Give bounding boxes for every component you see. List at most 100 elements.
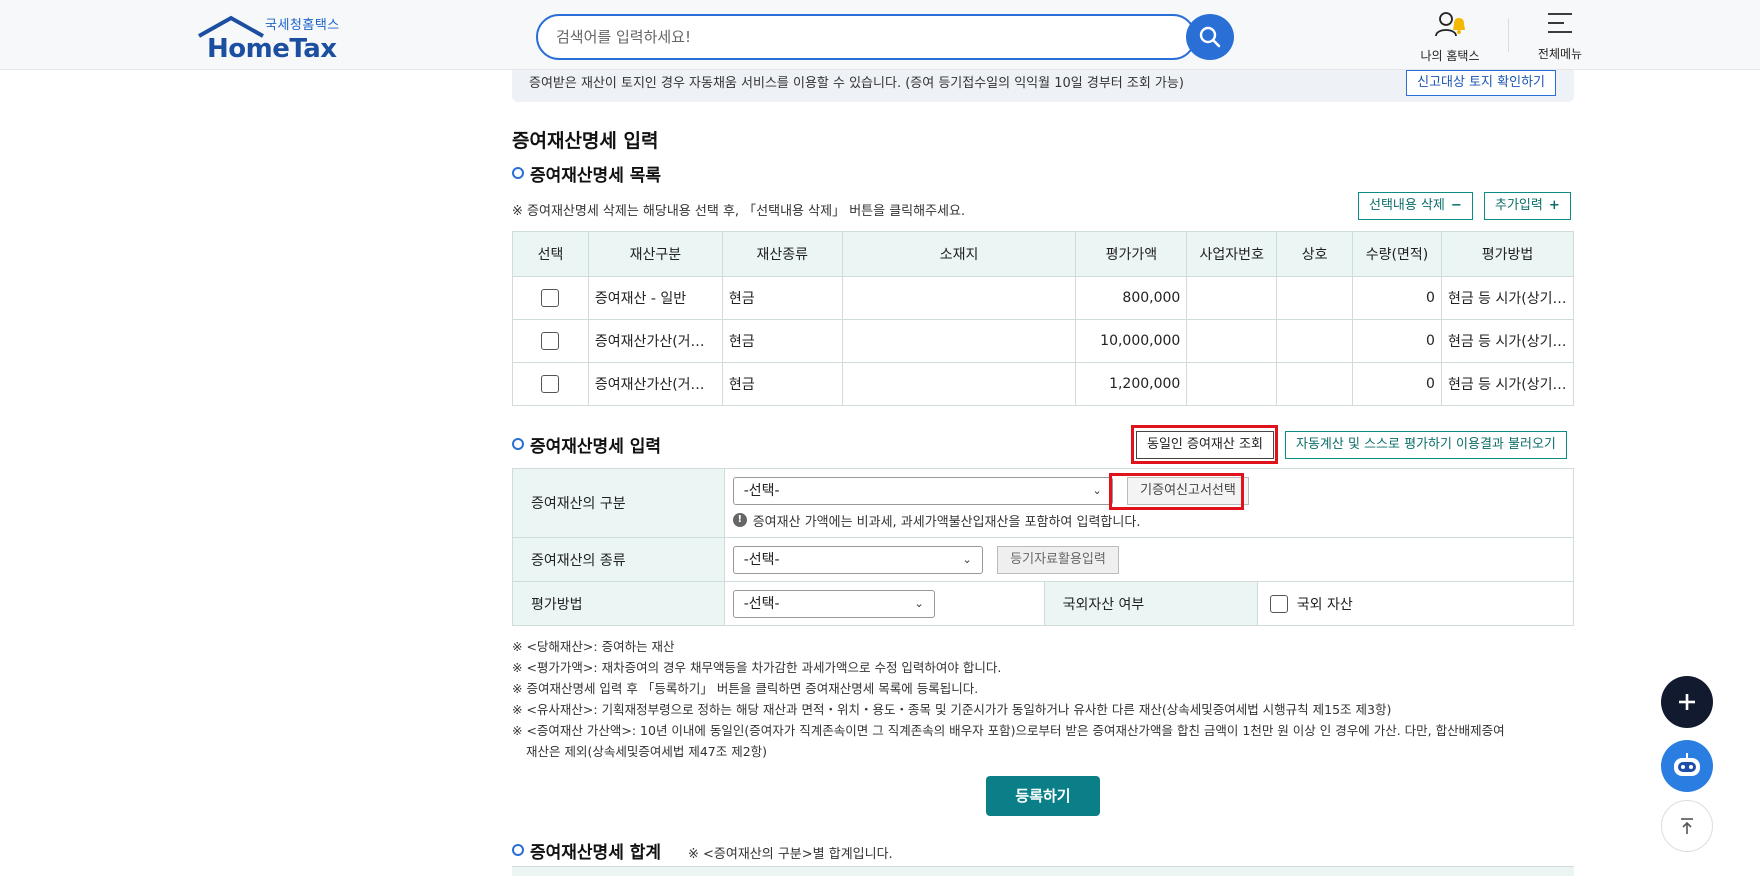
value-cell: 1,200,000 (1075, 362, 1188, 406)
asset-list-table: 선택 재산구분 재산종류 소재지 평가가액 사업자번호 상호 수량(면적) 평가… (512, 231, 1575, 406)
method-cell: 현금 등 시가(상기… (1440, 319, 1575, 363)
col-header: 재산구분 (587, 231, 723, 277)
type-cell: 현금 (721, 276, 843, 320)
highlight-box (1109, 473, 1244, 510)
search-button[interactable] (1186, 14, 1234, 60)
method-select[interactable]: -선택- ⌄ (732, 589, 935, 618)
input-form-table: 증여재산의 구분 -선택- ⌄ 기증여신고서선택 ! 증여재산 가액에는 비과세, … (512, 468, 1575, 626)
category-select-value: -선택- (743, 482, 780, 499)
all-menu-button[interactable]: 전체메뉴 (1525, 10, 1595, 64)
col-header: 수량(면적) (1352, 231, 1442, 277)
qty-cell: 0 (1352, 362, 1442, 406)
delete-selected-label: 선택내용 삭제 (1369, 198, 1445, 213)
search-icon (1199, 26, 1221, 48)
note-item: ※ <당해재산>: 증여하는 재산 (512, 639, 675, 654)
chevron-down-icon: ⌄ (1092, 483, 1102, 497)
chevron-down-icon: ⌄ (962, 552, 972, 566)
method-cell: 현금 등 시가(상기… (1440, 362, 1575, 406)
method-field-cell: -선택- ⌄ (723, 581, 1045, 626)
biz-no-cell (1186, 362, 1278, 406)
chatbot-icon (1674, 753, 1700, 776)
type-cell: 현금 (721, 362, 843, 406)
col-header: 상호 (1276, 231, 1354, 277)
quick-menu-button[interactable] (1661, 676, 1713, 728)
scroll-top-button[interactable] (1661, 800, 1713, 852)
note-item: ※ 증여재산명세 입력 후 「등록하기」 버튼을 클릭하면 증여재산명세 목록에… (512, 681, 979, 696)
summary-table (512, 866, 1574, 876)
form-row: 평가방법 -선택- ⌄ 국외자산 여부 국외 자산 (512, 581, 1574, 626)
chevron-down-icon: ⌄ (914, 596, 924, 610)
header-divider (1508, 18, 1509, 52)
my-hometax-label: 나의 홈택스 (1420, 49, 1480, 63)
table-row: 증여재산가산(거… 현금 1,200,000 0 현금 등 시가(상기… (512, 362, 1575, 406)
delete-selected-button[interactable]: 선택내용 삭제 − (1358, 192, 1473, 220)
foreign-asset-checkbox[interactable] (1270, 594, 1289, 613)
biz-no-cell (1186, 319, 1278, 363)
auto-calc-load-button[interactable]: 자동계산 및 스스로 평가하기 이용결과 불러오기 (1285, 431, 1567, 459)
summary-title: 증여재산명세 합계 (512, 838, 661, 863)
search-input[interactable] (556, 16, 1116, 58)
category-hint: ! 증여재산 가액에는 비과세, 과세가액불산입재산을 포함하여 입력합니다. (732, 511, 1565, 530)
category-cell: 증여재산 - 일반 (587, 276, 723, 320)
col-header: 사업자번호 (1186, 231, 1278, 277)
land-check-button[interactable]: 신고대상 토지 확인하기 (1406, 70, 1556, 96)
search-box (536, 14, 1196, 60)
minus-icon: − (1450, 198, 1462, 213)
name-cell (1276, 276, 1354, 320)
row-select-cell (512, 276, 589, 320)
foreign-asset-check-label: 국외 자산 (1296, 596, 1353, 613)
summary-note: ※ <증여재산의 구분>별 합계입니다. (688, 847, 893, 862)
col-header: 선택 (512, 231, 589, 277)
note-item: ※ <유사재산>: 기획재정부령으로 정하는 해당 재산과 면적・위치・용도・종… (512, 702, 1392, 717)
notice-bar: 증여받은 재산이 토지인 경우 자동채움 서비스를 이용할 수 있습니다. (증… (512, 70, 1574, 102)
col-header: 평가가액 (1075, 231, 1188, 277)
biz-no-cell (1186, 276, 1278, 320)
col-header: 재산종류 (721, 231, 843, 277)
plus-icon: + (1548, 198, 1560, 213)
row-checkbox[interactable] (541, 289, 560, 307)
foreign-asset-cell: 국외 자산 (1257, 581, 1574, 626)
chatbot-button[interactable] (1661, 740, 1713, 792)
method-cell: 현금 등 시가(상기… (1440, 276, 1575, 320)
category-cell: 증여재산가산(거… (587, 362, 723, 406)
location-cell (841, 319, 1077, 363)
user-bell-icon (1435, 12, 1465, 37)
type-select-value: -선택- (743, 551, 780, 568)
notice-text: 증여받은 재산이 토지인 경우 자동채움 서비스를 이용할 수 있습니다. (증… (529, 76, 1184, 91)
row-select-cell (512, 319, 589, 363)
table-header-row: 선택 재산구분 재산종류 소재지 평가가액 사업자번호 상호 수량(면적) 평가… (512, 231, 1575, 277)
value-cell: 800,000 (1075, 276, 1188, 320)
type-label: 증여재산의 종류 (512, 537, 725, 582)
category-hint-text: 증여재산 가액에는 비과세, 과세가액불산입재산을 포함하여 입력합니다. (752, 514, 1141, 530)
note-item: ※ <평가가액>: 재차증여의 경우 채무액등을 차가감한 과세가액으로 수정 … (512, 660, 1002, 675)
register-button[interactable]: 등록하기 (986, 776, 1100, 816)
row-checkbox[interactable] (541, 332, 560, 350)
registry-data-input-button[interactable]: 등기자료활용입력 (997, 545, 1119, 574)
highlight-box (1131, 425, 1278, 464)
col-header: 평가방법 (1440, 231, 1575, 277)
value-cell: 10,000,000 (1075, 319, 1188, 363)
row-checkbox[interactable] (541, 375, 560, 393)
header: 국세청홈택스 HomeTax 나의 홈택스 전체메뉴 (0, 0, 1760, 70)
form-row: 증여재산의 종류 -선택- ⌄ 등기자료활용입력 (512, 537, 1575, 582)
foreign-asset-label: 국외자산 여부 (1043, 581, 1259, 626)
qty-cell: 0 (1352, 276, 1442, 320)
arrow-up-icon (1681, 818, 1693, 834)
note-item: 재산은 제외(상속세및증여세법 제47조 제2항) (526, 744, 768, 759)
method-select-value: -선택- (743, 595, 780, 612)
add-input-button[interactable]: 추가입력 + (1484, 192, 1571, 220)
hamburger-menu-icon (1548, 13, 1572, 33)
location-cell (841, 362, 1077, 406)
all-menu-label: 전체메뉴 (1537, 47, 1583, 61)
my-hometax-button[interactable]: 나의 홈택스 (1410, 10, 1490, 64)
category-cell: 증여재산가산(거… (587, 319, 723, 363)
qty-cell: 0 (1352, 319, 1442, 363)
hometax-logo[interactable]: 국세청홈택스 HomeTax (195, 14, 345, 64)
row-select-cell (512, 362, 589, 406)
col-header: 소재지 (841, 231, 1077, 277)
table-row: 증여재산가산(거… 현금 10,000,000 0 현금 등 시가(상기… (512, 319, 1575, 363)
name-cell (1276, 319, 1354, 363)
list-note: ※ 증여재산명세 삭제는 해당내용 선택 후, 「선택내용 삭제」 버튼을 클릭… (512, 204, 966, 219)
category-select[interactable]: -선택- ⌄ (732, 476, 1113, 505)
type-select[interactable]: -선택- ⌄ (732, 545, 983, 574)
